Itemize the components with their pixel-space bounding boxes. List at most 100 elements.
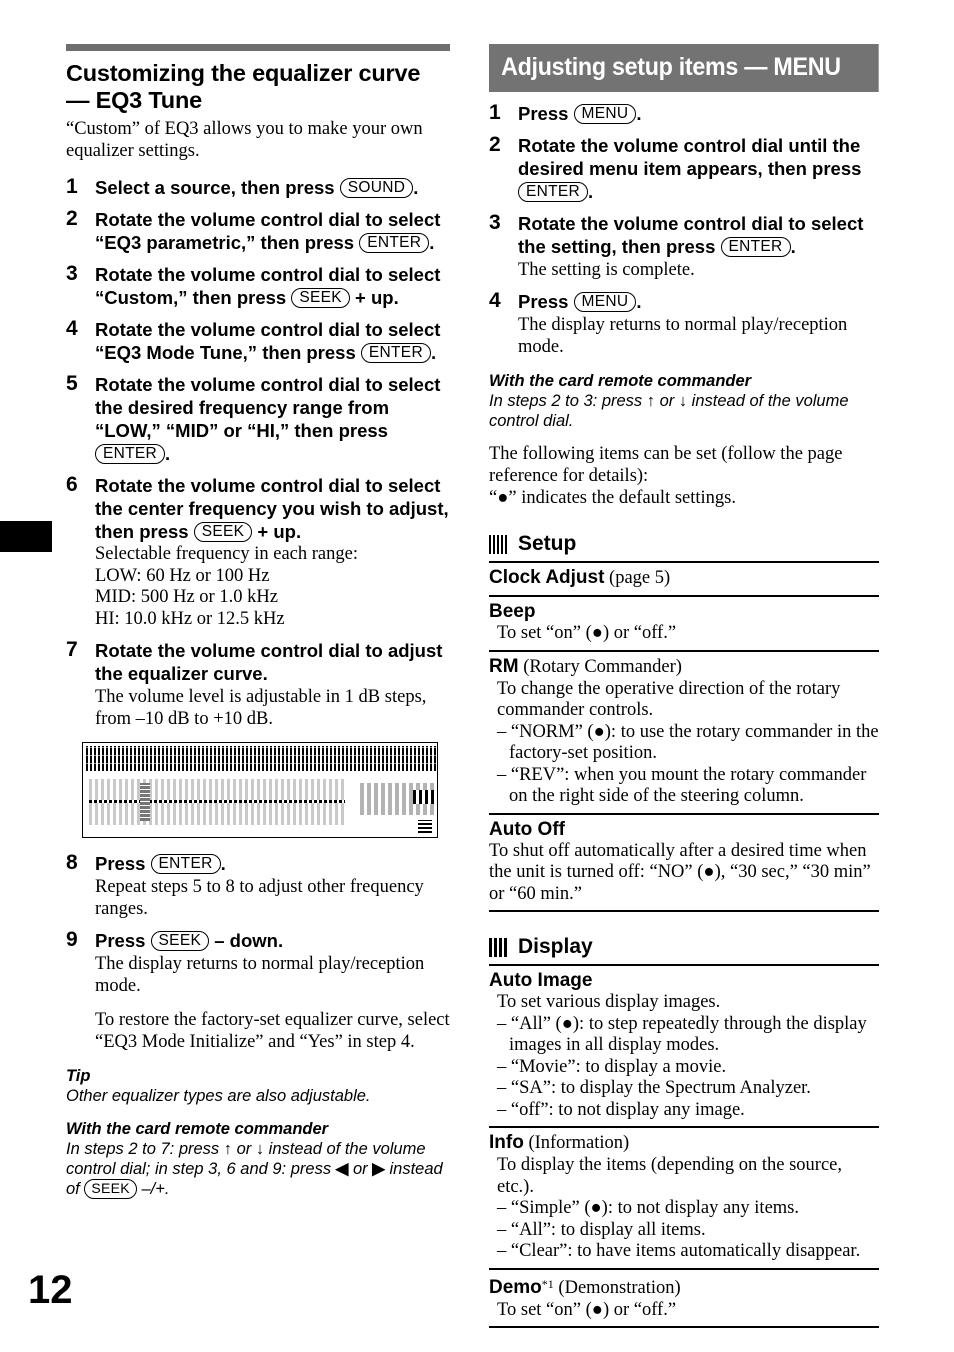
- menu-entry-clock-adjust[interactable]: Clock Adjust (page 5): [489, 563, 879, 597]
- entry-title: RM (Rotary Commander): [489, 655, 879, 679]
- entry-body: To change the operative direction of the…: [497, 678, 841, 721]
- page-number: 12: [28, 1268, 73, 1312]
- seek-button-key[interactable]: SEEK: [193, 522, 253, 542]
- lcd-display-illustration: [82, 742, 438, 838]
- step-heading: Press ENTER.: [95, 852, 450, 875]
- seek-button-key[interactable]: SEEK: [291, 288, 350, 308]
- enter-button-key[interactable]: ENTER: [518, 182, 589, 202]
- step-9: 9 Press SEEK – down. The display returns…: [66, 928, 450, 1053]
- step-5: 5 Rotate the volume control dial to sele…: [66, 372, 450, 465]
- step-heading: Press MENU.: [518, 102, 879, 125]
- entry-body: To set “on” (●) or “off.”: [497, 623, 677, 643]
- step-heading-text: Press: [95, 930, 151, 951]
- step-number: 6: [66, 473, 78, 496]
- step-heading: Rotate the volume control dial to select…: [95, 474, 450, 543]
- menu-entry-info[interactable]: Info (Information) To display the items …: [489, 1128, 879, 1270]
- menu-step-3: 3 Rotate the volume control dial to sele…: [489, 211, 879, 281]
- step-number: 8: [66, 851, 78, 874]
- step-heading-tail: .: [636, 291, 642, 312]
- enter-button-key[interactable]: ENTER: [359, 233, 430, 253]
- right-column: Adjusting setup items — MENU 1 Press MEN…: [489, 44, 879, 1328]
- step-7: 7 Rotate the volume control dial to adju…: [66, 638, 450, 730]
- menu-step-2: 2 Rotate the volume control dial until t…: [489, 133, 879, 203]
- entry-option: – “SA”: to display the Spectrum Analyzer…: [497, 1078, 811, 1098]
- menu-section-banner: Adjusting setup items — MENU: [489, 44, 879, 92]
- left-column: Customizing the equalizer curve — EQ3 Tu…: [66, 44, 450, 1199]
- step-heading-tail: – down.: [209, 930, 284, 951]
- step-number: 1: [489, 101, 501, 124]
- right-arrow-icon: ▶: [372, 1160, 385, 1178]
- step-number: 4: [66, 317, 78, 340]
- default-note-close: ” indicates the default settings.: [508, 488, 736, 508]
- down-arrow-icon: ↓: [678, 392, 688, 410]
- step-heading: Rotate the volume control dial to select…: [95, 373, 450, 465]
- remote-commander-title: With the card remote commander: [489, 372, 752, 390]
- seek-button-key[interactable]: SEEK: [150, 931, 210, 951]
- seek-button-key[interactable]: SEEK: [84, 1179, 137, 1199]
- page-title: Customizing the equalizer curve — EQ3 Tu…: [66, 60, 450, 114]
- sound-button-key[interactable]: SOUND: [339, 178, 414, 198]
- menu-button-key[interactable]: MENU: [573, 104, 637, 124]
- entry-title: Beep: [489, 601, 536, 622]
- step-4: 4 Rotate the volume control dial to sele…: [66, 317, 450, 364]
- enter-button-key[interactable]: ENTER: [720, 237, 791, 257]
- entry-option: – “off”: to not display any image.: [497, 1099, 745, 1120]
- entry-name: Info: [489, 1132, 524, 1153]
- entry-body: To set various display images.: [497, 992, 721, 1012]
- setup-icon: [489, 534, 508, 554]
- entry-page-ref: (page 5): [604, 568, 671, 588]
- tip-title: Tip: [66, 1067, 91, 1085]
- entry-title: Demo*1 (Demonstration): [489, 1273, 879, 1300]
- remote-text-a: In steps 2 to 3: press: [489, 392, 647, 410]
- menu-button-key[interactable]: MENU: [573, 292, 637, 312]
- step-3: 3 Rotate the volume control dial to sele…: [66, 262, 450, 309]
- step-heading: Rotate the volume control dial to select…: [95, 263, 450, 309]
- tip-body: Other equalizer types are also adjustabl…: [66, 1087, 371, 1105]
- entry-option: – “Clear”: to have items automatically d…: [497, 1241, 861, 1261]
- enter-button-key[interactable]: ENTER: [360, 343, 431, 363]
- enter-button-key[interactable]: ENTER: [95, 444, 166, 464]
- entry-title: Clock Adjust (page 5): [489, 566, 879, 590]
- step-heading-text: Rotate the volume control dial to select…: [95, 374, 441, 441]
- group-display: Display Auto Image To set various displa…: [489, 934, 879, 1328]
- step-1: 1 Select a source, then press SOUND.: [66, 175, 450, 199]
- step-heading-text: Press: [518, 291, 574, 312]
- up-arrow-icon: ↑: [646, 392, 655, 410]
- step-heading-text: Press: [95, 853, 151, 874]
- entry-option: – “NORM” (●): to use the rotary commande…: [497, 721, 879, 764]
- entry-option: – “Simple” (●): to not display any items…: [497, 1198, 799, 1218]
- remote-or-1: or: [232, 1140, 256, 1158]
- lcd-right-value: [413, 790, 437, 804]
- step-heading: Rotate the volume control dial to select…: [95, 318, 450, 364]
- menu-entry-beep[interactable]: Beep To set “on” (●) or “off.”: [489, 597, 879, 652]
- left-arrow-icon: ◀: [335, 1160, 349, 1178]
- step-body: The setting is complete.: [518, 260, 695, 280]
- group-setup-label: Setup: [518, 532, 577, 555]
- entry-option: – “All”: to display all items.: [497, 1219, 706, 1240]
- step-heading: Rotate the volume control dial to select…: [518, 212, 879, 258]
- entry-name: Clock Adjust: [489, 567, 605, 588]
- menu-entry-auto-image[interactable]: Auto Image To set various display images…: [489, 966, 879, 1128]
- step-number: 7: [66, 638, 78, 661]
- enter-button-key[interactable]: ENTER: [150, 854, 221, 874]
- entry-subtitle: (Demonstration): [553, 1277, 681, 1298]
- step-heading: Press SEEK – down.: [95, 929, 450, 952]
- group-setup: Setup Clock Adjust (page 5) Beep To set …: [489, 531, 879, 912]
- entry-body: To set “on” (●) or “off.”: [497, 1299, 677, 1320]
- down-arrow-icon: ↓: [255, 1140, 265, 1158]
- menu-entry-demo[interactable]: Demo*1 (Demonstration) To set “on” (●) o…: [489, 1270, 879, 1328]
- entry-body: To shut off automatically after a desire…: [489, 840, 871, 904]
- step-heading: Rotate the volume control dial to adjust…: [95, 640, 443, 684]
- menu-entry-rm[interactable]: RM (Rotary Commander) To change the oper…: [489, 652, 879, 815]
- step-number: 2: [66, 207, 78, 230]
- remote-commander-body: In steps 2 to 7: press ↑ or ↓ instead of…: [66, 1139, 450, 1199]
- step-heading-tail: .: [220, 853, 226, 874]
- step-heading-tail: .: [413, 177, 419, 198]
- lcd-zero-axis: [89, 800, 345, 803]
- step-number: 4: [489, 289, 501, 312]
- manual-page: Customizing the equalizer curve — EQ3 Tu…: [0, 0, 954, 1352]
- menu-entry-auto-off[interactable]: Auto Off To shut off automatically after…: [489, 815, 879, 912]
- lcd-band-bar: [140, 783, 150, 821]
- step-heading: Rotate the volume control dial until the…: [518, 134, 879, 203]
- step-heading-tail: .: [429, 232, 435, 253]
